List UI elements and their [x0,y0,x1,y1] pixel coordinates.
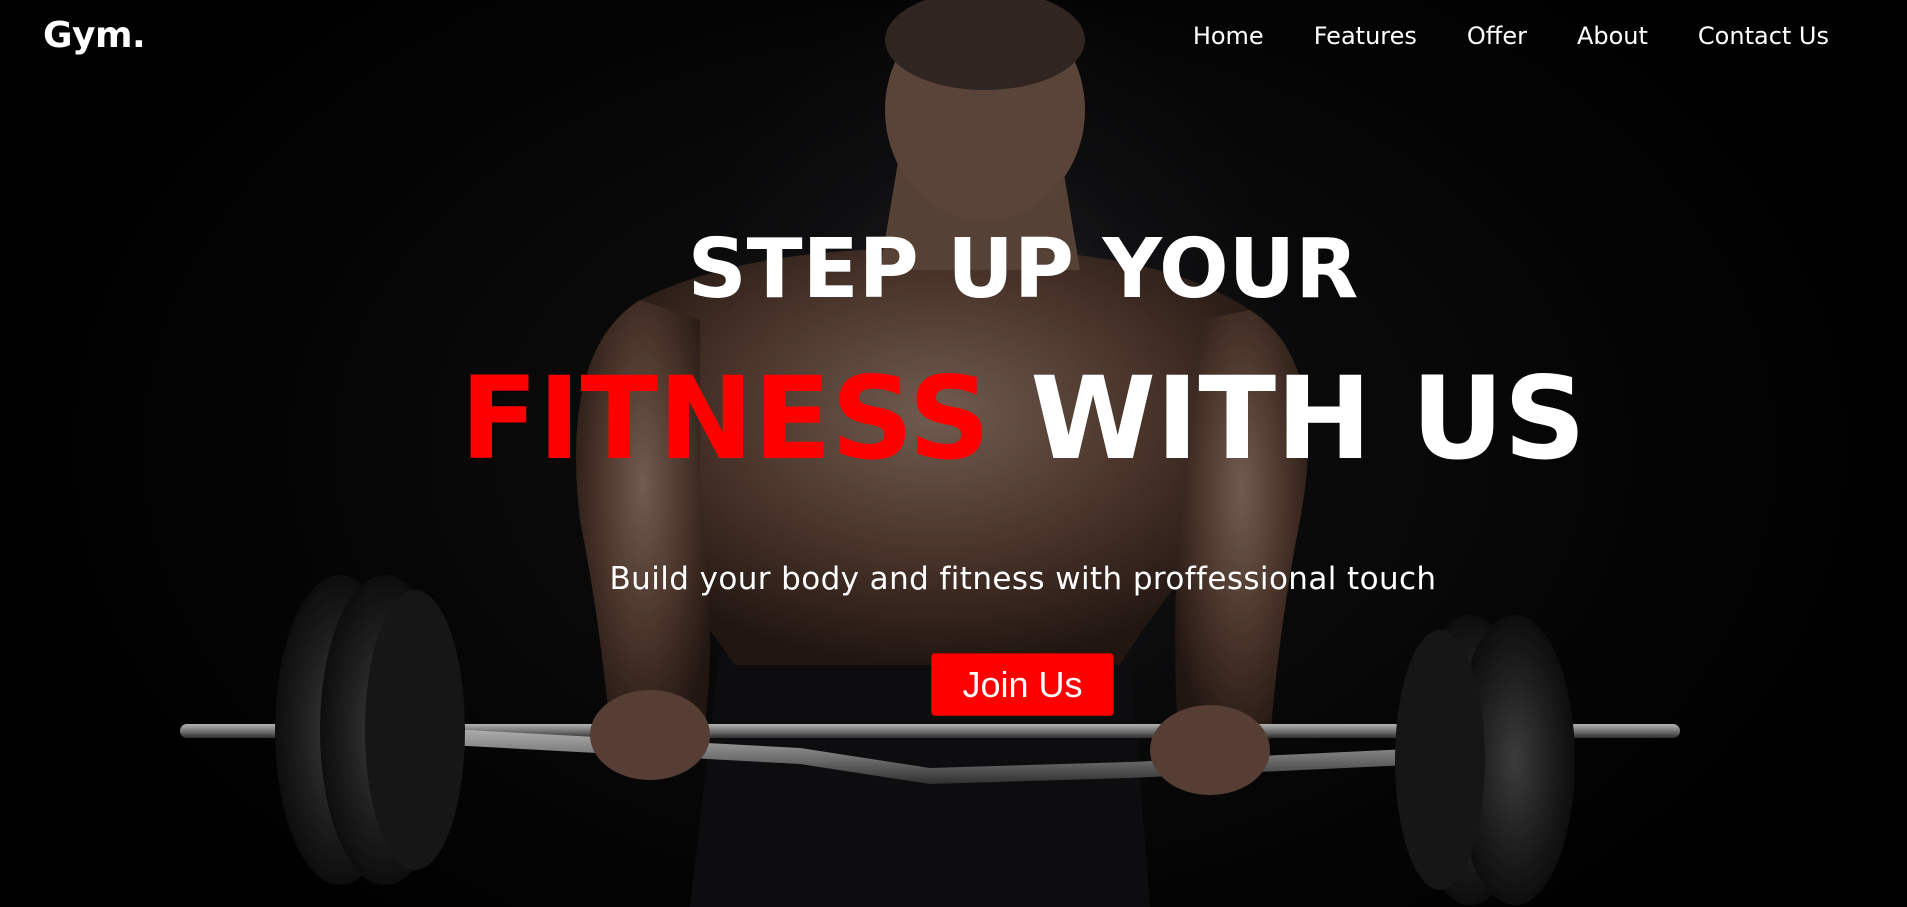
join-us-button[interactable]: Join Us [931,653,1114,716]
navbar: Gym. Home Features Offer About Contact U… [0,0,1907,74]
brand-logo[interactable]: Gym. [43,14,146,58]
headline-line-1: STEP UP YOUR [687,222,1359,317]
hero-subtitle: Build your body and fitness with proffes… [609,561,1437,597]
nav-link-features[interactable]: Features [1314,20,1417,52]
nav-link-home[interactable]: Home [1193,20,1264,52]
nav-link-about[interactable]: About [1577,20,1648,52]
nav-link-contact-us[interactable]: Contact Us [1698,20,1829,52]
hero-section: Gym. Home Features Offer About Contact U… [0,0,1907,907]
headline-accent-word: FITNESS [460,352,991,485]
nav-link-offer[interactable]: Offer [1467,20,1527,52]
nav-links: Home Features Offer About Contact Us [1143,20,1829,52]
headline-line-2: FITNESS WITH US [0,356,1907,482]
headline-rest: WITH US [990,352,1586,485]
